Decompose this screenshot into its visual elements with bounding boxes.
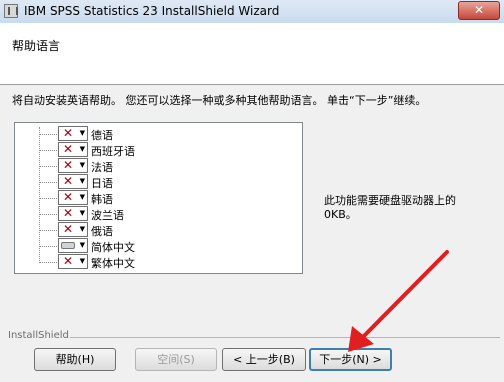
space-button[interactable]: 空间(S) [135,348,217,371]
x-icon: ✕ [62,254,74,268]
disk-space-info: 此功能需要硬盘驱动器上的 0KB。 [324,194,494,222]
feature-state-dropdown[interactable]: ✕ ▼ [58,222,88,237]
dropdown-arrow-icon: ▼ [79,257,85,265]
tree-item-label: 繁体中文 [91,257,135,270]
dropdown-arrow-icon: ▼ [79,225,85,233]
dropdown-arrow-icon: ▼ [79,145,85,153]
x-icon: ✕ [62,222,74,236]
feature-state-dropdown[interactable]: ✕ ▼ [58,142,88,157]
back-button[interactable]: < 上一步(B) [222,348,306,371]
dropdown-arrow-icon: ▼ [79,209,85,217]
tree-item-label: 波兰语 [91,209,124,222]
feature-state-dropdown[interactable]: ✕ ▼ [58,158,88,173]
dropdown-arrow-icon: ▼ [79,193,85,201]
disk-space-line: 0KB。 [324,208,357,221]
tree-connector [39,127,40,263]
tree-item-label: 西班牙语 [91,145,135,158]
tree-item-label: 德语 [91,129,113,142]
tree-item-label: 日语 [91,177,113,190]
tree-item-label: 俄语 [91,225,113,238]
x-icon: ✕ [62,142,74,156]
feature-state-dropdown[interactable]: ✕ ▼ [58,206,88,221]
tree-item-label: 法语 [91,161,113,174]
hard-drive-icon [61,242,75,249]
feature-state-dropdown[interactable]: ✕ ▼ [58,254,88,269]
feature-state-dropdown[interactable]: ✕ ▼ [58,174,88,189]
installer-icon [4,4,18,18]
language-tree[interactable]: ✕ ▼ 德语 ✕ ▼ 西班牙语 ✕ ▼ 法语 ✕ ▼ 日语 ✕ ▼ 韩语 ✕ ▼… [14,122,303,274]
installshield-brand: InstallShield [8,330,69,341]
feature-state-dropdown[interactable]: ▼ [58,238,88,253]
tree-item-label: 韩语 [91,193,113,206]
x-icon: ✕ [62,190,74,204]
x-icon: ✕ [62,174,74,188]
x-icon: ✕ [62,126,74,140]
feature-state-dropdown[interactable]: ✕ ▼ [58,190,88,205]
tree-item-label: 简体中文 [91,241,135,254]
window-title: IBM SPSS Statistics 23 InstallShield Wiz… [24,4,280,18]
page-title: 帮助语言 [12,39,61,53]
help-button[interactable]: 帮助(H) [34,348,116,371]
close-button[interactable]: ✕ [458,1,500,20]
dropdown-arrow-icon: ▼ [79,177,85,185]
footer-divider [70,337,500,338]
dropdown-arrow-icon: ▼ [79,129,85,137]
x-icon: ✕ [62,206,74,220]
next-button[interactable]: 下一步(N) > [309,348,392,371]
feature-state-dropdown[interactable]: ✕ ▼ [58,126,88,141]
dropdown-arrow-icon: ▼ [79,241,85,249]
dropdown-arrow-icon: ▼ [79,161,85,169]
instruction-text: 将自动安装英语帮助。 您还可以选择一种或多种其他帮助语言。 单击“下一步”继续。 [12,94,427,107]
x-icon: ✕ [62,158,74,172]
header-panel: 帮助语言 [0,23,504,85]
disk-space-line: 此功能需要硬盘驱动器上的 [324,194,456,207]
title-bar: IBM SPSS Statistics 23 InstallShield Wiz… [0,0,504,24]
